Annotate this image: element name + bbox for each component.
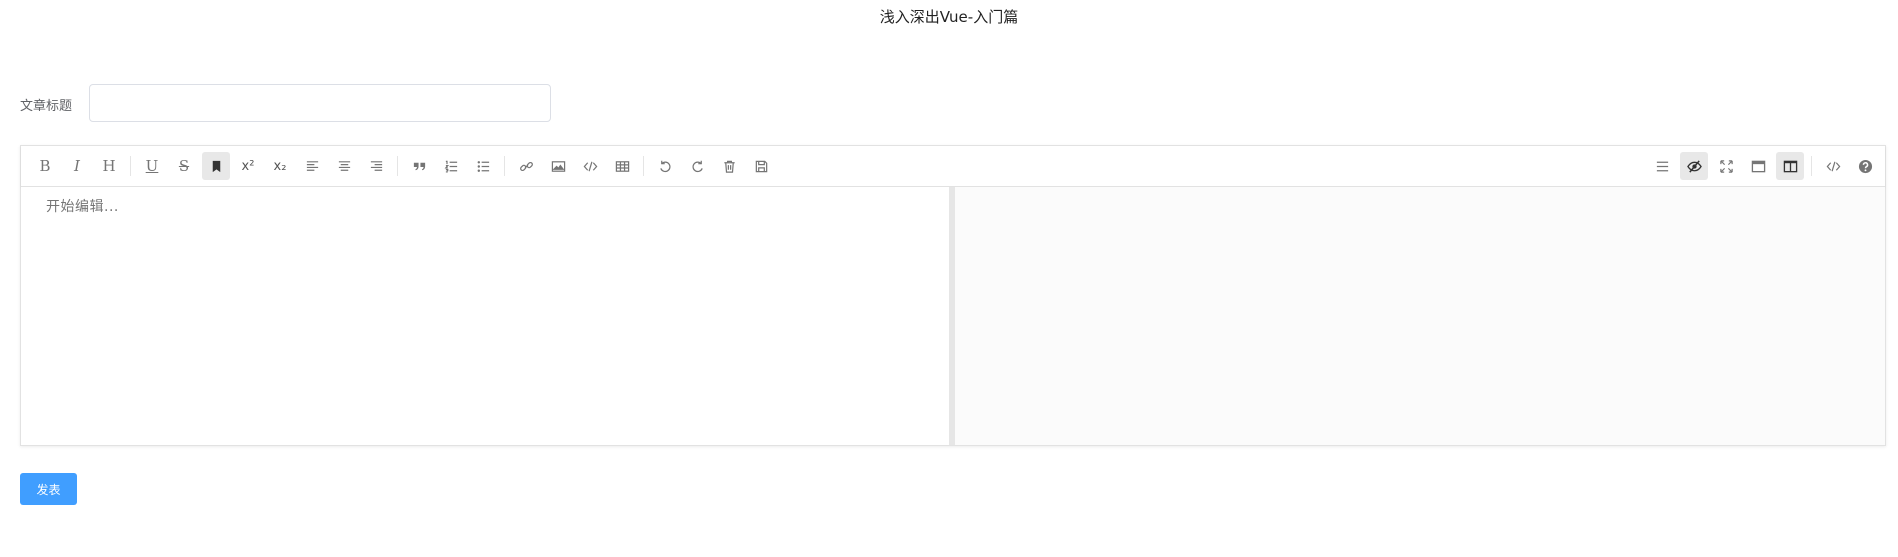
page-title: 浅入深出Vue-入门篇 [879, 8, 1019, 26]
bookmark-icon [209, 159, 224, 174]
eye-slash-icon [1686, 159, 1702, 174]
code-icon [1826, 159, 1841, 174]
underline-icon: U [145, 157, 159, 175]
align-left-icon [305, 159, 320, 174]
question-circle-icon [1858, 159, 1873, 174]
fullscreen-button[interactable] [1712, 152, 1740, 180]
title-label: 文章标题 [20, 99, 73, 114]
ordered-list-icon [444, 159, 459, 174]
undo-icon [658, 159, 673, 174]
underline-button[interactable]: U [138, 152, 166, 180]
align-right-button[interactable] [362, 152, 390, 180]
edit-pane[interactable]: 开始编辑... [21, 187, 949, 445]
link-icon [519, 159, 534, 174]
superscript-button[interactable]: x² [234, 152, 262, 180]
image-button[interactable] [544, 152, 572, 180]
toolbar-separator [397, 156, 398, 176]
quote-button[interactable] [405, 152, 433, 180]
align-right-icon [369, 159, 384, 174]
mark-button[interactable] [202, 152, 230, 180]
align-center-icon [337, 159, 352, 174]
toolbar-separator [130, 156, 131, 176]
superscript-icon: x² [241, 158, 255, 174]
italic-button[interactable]: I [63, 152, 91, 180]
redo-icon [690, 159, 705, 174]
code-icon [583, 159, 598, 174]
editor-placeholder: 开始编辑... [46, 199, 119, 215]
header-button[interactable]: H [95, 152, 123, 180]
columns-icon [1783, 159, 1798, 174]
strikethrough-button[interactable]: S [170, 152, 198, 180]
align-center-button[interactable] [330, 152, 358, 180]
link-button[interactable] [512, 152, 540, 180]
window-icon [1751, 159, 1766, 174]
image-icon [551, 159, 566, 174]
subscript-icon: x₂ [273, 158, 287, 174]
undo-button[interactable] [651, 152, 679, 180]
subfield-button[interactable] [1776, 152, 1804, 180]
trash-icon [722, 159, 737, 174]
read-mode-button[interactable] [1744, 152, 1772, 180]
align-left-button[interactable] [298, 152, 326, 180]
markdown-editor: B I H U Sx² x₂ 开始编辑... [20, 145, 1886, 446]
expand-icon [1719, 159, 1734, 174]
bold-button[interactable]: B [31, 152, 59, 180]
editor-toolbar: B I H U Sx² x₂ [21, 146, 1885, 187]
table-icon [615, 159, 630, 174]
publish-button[interactable]: 发表 [20, 473, 77, 505]
menu-icon [1655, 159, 1670, 174]
trash-button[interactable] [715, 152, 743, 180]
unordered-list-button[interactable] [469, 152, 497, 180]
quote-icon [412, 159, 427, 174]
code-button[interactable] [576, 152, 604, 180]
toolbar-right [1646, 152, 1881, 180]
ordered-list-button[interactable] [437, 152, 465, 180]
save-icon [754, 159, 769, 174]
toolbar-left: B I H U Sx² x₂ [29, 152, 777, 180]
html-code-button[interactable] [1819, 152, 1847, 180]
preview-pane [955, 187, 1885, 445]
redo-button[interactable] [683, 152, 711, 180]
help-button[interactable] [1851, 152, 1879, 180]
toolbar-separator [643, 156, 644, 176]
toggle-preview-button[interactable] [1680, 152, 1708, 180]
bold-icon: B [39, 157, 51, 175]
header-icon: H [102, 157, 116, 175]
strikethrough-icon: S [178, 157, 190, 175]
toolbar-separator [504, 156, 505, 176]
navigation-button[interactable] [1648, 152, 1676, 180]
toolbar-separator [1811, 156, 1812, 176]
title-input[interactable] [89, 84, 551, 122]
unordered-list-icon [476, 159, 491, 174]
italic-icon: I [74, 157, 80, 175]
table-button[interactable] [608, 152, 636, 180]
save-button[interactable] [747, 152, 775, 180]
subscript-button[interactable]: x₂ [266, 152, 294, 180]
